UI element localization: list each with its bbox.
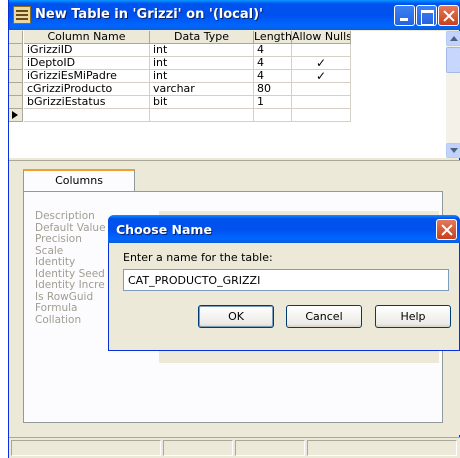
- header-data-type[interactable]: Data Type: [150, 31, 254, 44]
- status-pane: [235, 440, 305, 456]
- status-bar: [9, 437, 460, 458]
- property-label: Identity Incre: [35, 279, 105, 291]
- table-row[interactable]: iDeptoID int 4 ✓: [9, 57, 446, 70]
- cell-allow-nulls[interactable]: ✓: [292, 57, 351, 70]
- cell-length[interactable]: 1: [254, 96, 292, 109]
- cell-data-type[interactable]: int: [150, 44, 254, 57]
- scroll-thumb[interactable]: [446, 47, 460, 73]
- grid-header-row: Column Name Data Type Length Allow Nulls: [9, 31, 446, 44]
- cell-length[interactable]: 4: [254, 44, 292, 57]
- header-column-name[interactable]: Column Name: [24, 31, 150, 44]
- cell-data-type[interactable]: [150, 109, 254, 122]
- cell-column-name[interactable]: bGrizziEstatus: [24, 96, 150, 109]
- tab-columns[interactable]: Columns: [23, 169, 135, 191]
- cell-length[interactable]: 4: [254, 57, 292, 70]
- window-title: New Table in 'Grizzi' on '(local)': [35, 7, 264, 22]
- cell-column-name[interactable]: iGrizziID: [24, 44, 150, 57]
- columns-grid: Column Name Data Type Length Allow Nulls…: [9, 31, 446, 158]
- cancel-button[interactable]: Cancel: [286, 305, 362, 328]
- dialog-close-button[interactable]: [436, 219, 457, 240]
- property-list: Description Default Value Precision Scal…: [35, 210, 106, 326]
- window-titlebar[interactable]: New Table in 'Grizzi' on '(local)': [9, 0, 460, 30]
- property-label: Formula: [35, 302, 78, 314]
- table-row[interactable]: iGrizziID int 4: [9, 44, 446, 57]
- row-selector[interactable]: [9, 44, 23, 57]
- cell-length[interactable]: 4: [254, 70, 292, 83]
- cell-length[interactable]: [254, 109, 292, 122]
- cell-data-type[interactable]: int: [150, 70, 254, 83]
- status-pane: [307, 440, 457, 456]
- grid-vertical-scrollbar[interactable]: [446, 31, 460, 158]
- cell-allow-nulls[interactable]: [292, 44, 351, 57]
- current-row-arrow-icon: [12, 111, 18, 119]
- close-button[interactable]: [438, 5, 459, 26]
- dialog-prompt: Enter a name for the table:: [123, 251, 273, 264]
- table-row[interactable]: cGrizziProducto varchar 80: [9, 83, 446, 96]
- table-row[interactable]: iGrizziEsMiPadre int 4 ✓: [9, 70, 446, 83]
- row-selector-current[interactable]: [9, 109, 23, 122]
- table-row-new[interactable]: [9, 109, 446, 122]
- status-pane: [163, 440, 233, 456]
- header-length[interactable]: Length: [254, 31, 292, 44]
- help-button[interactable]: Help: [375, 305, 451, 328]
- cell-data-type[interactable]: int: [150, 57, 254, 70]
- property-label: Identity: [35, 256, 76, 268]
- scroll-up-icon[interactable]: [446, 31, 460, 46]
- row-selector[interactable]: [9, 83, 23, 96]
- cell-column-name[interactable]: iGrizziEsMiPadre: [24, 70, 150, 83]
- maximize-button[interactable]: [416, 5, 437, 26]
- header-allow-nulls[interactable]: Allow Nulls: [292, 31, 351, 44]
- cell-data-type[interactable]: varchar: [150, 83, 254, 96]
- cell-column-name[interactable]: [24, 109, 150, 122]
- row-selector[interactable]: [9, 70, 23, 83]
- table-icon: [13, 6, 31, 24]
- row-selector[interactable]: [9, 57, 23, 70]
- status-pane: [11, 440, 161, 456]
- cell-allow-nulls[interactable]: [292, 96, 351, 109]
- cell-column-name[interactable]: cGrizziProducto: [24, 83, 150, 96]
- cell-allow-nulls[interactable]: ✓: [292, 70, 351, 83]
- property-label: Collation: [35, 313, 82, 326]
- property-label: Description: [35, 210, 95, 222]
- scroll-down-icon[interactable]: [446, 143, 460, 158]
- header-row-selector: [9, 31, 23, 44]
- cell-column-name[interactable]: iDeptoID: [24, 57, 150, 70]
- cell-data-type[interactable]: bit: [150, 96, 254, 109]
- ok-button[interactable]: OK: [198, 305, 274, 328]
- property-label: Precision: [35, 233, 82, 245]
- cell-length[interactable]: 80: [254, 83, 292, 96]
- dialog-titlebar[interactable]: Choose Name: [108, 215, 460, 243]
- choose-name-dialog: Choose Name Enter a name for the table: …: [108, 215, 460, 351]
- cell-allow-nulls[interactable]: [292, 109, 351, 122]
- table-name-input[interactable]: [123, 269, 449, 291]
- minimize-button[interactable]: [394, 5, 415, 26]
- dialog-title: Choose Name: [116, 222, 212, 237]
- row-selector[interactable]: [9, 96, 23, 109]
- table-row[interactable]: bGrizziEstatus bit 1: [9, 96, 446, 109]
- cell-allow-nulls[interactable]: [292, 83, 351, 96]
